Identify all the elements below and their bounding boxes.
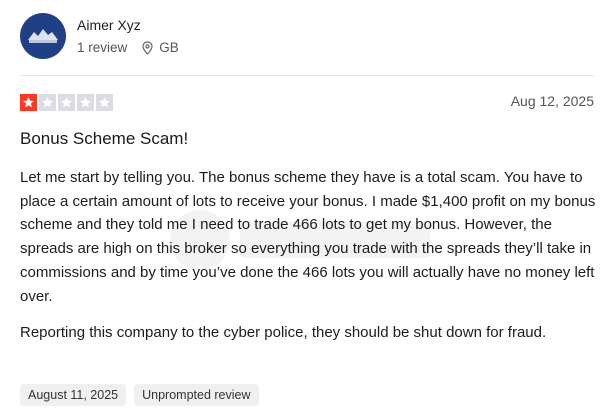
review-title[interactable]: Bonus Scheme Scam!	[20, 129, 188, 149]
map-pin-icon	[142, 40, 153, 55]
reviewer-meta: 1 review GB	[77, 39, 179, 57]
star-5	[96, 94, 113, 111]
review-body-paragraph-2: Reporting this company to the cyber poli…	[20, 324, 547, 341]
star-rating	[20, 94, 115, 111]
star-icon	[99, 97, 110, 108]
star-icon	[80, 97, 91, 108]
star-icon	[61, 97, 72, 108]
avatar[interactable]	[20, 13, 66, 59]
review-tags: August 11, 2025 Unprompted review	[20, 384, 267, 406]
unprompted-review-tag[interactable]: Unprompted review	[134, 384, 259, 406]
review-body-paragraph-1: Let me start by telling you. The bonus s…	[20, 169, 596, 305]
reviewer-location: GB	[141, 39, 179, 57]
review-card: Aimer Xyz 1 review GB Aug 12, 2025 Bonus…	[0, 0, 614, 414]
reviewer-info: Aimer Xyz 1 review GB	[77, 16, 179, 57]
review-date: Aug 12, 2025	[510, 93, 594, 109]
reviewer-header: Aimer Xyz 1 review GB	[20, 13, 179, 59]
avatar-logo-icon	[28, 29, 58, 43]
star-3	[58, 94, 75, 111]
reviewer-name[interactable]: Aimer Xyz	[77, 16, 179, 34]
star-icon	[42, 97, 53, 108]
experience-date-tag: August 11, 2025	[20, 384, 127, 406]
country-code: GB	[159, 39, 179, 55]
divider	[20, 75, 594, 76]
star-2	[39, 94, 56, 111]
star-icon	[23, 97, 34, 108]
review-count: 1 review	[77, 39, 128, 55]
star-1	[20, 94, 37, 111]
star-4	[77, 94, 94, 111]
